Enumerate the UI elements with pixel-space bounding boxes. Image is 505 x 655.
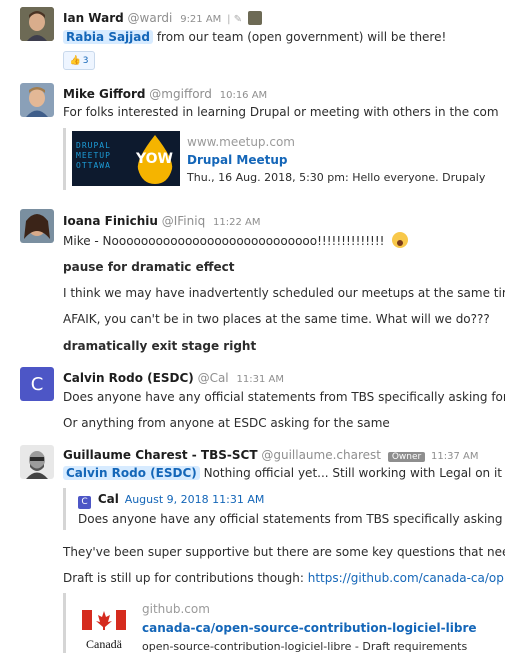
message-text: Mike - Noooooooooooooooooooooooooooo!!!!… — [63, 234, 385, 248]
author-name[interactable]: Mike Gifford — [63, 87, 145, 101]
logo-text: DRUPAL MEETUP OTTAWA — [76, 141, 111, 170]
reaction-thumbs-up[interactable]: 👍 3 — [63, 51, 95, 70]
avatar-photo-icon — [20, 7, 54, 41]
preview-title[interactable]: Drupal Meetup — [187, 152, 288, 168]
author-handle: @Cal — [197, 371, 229, 385]
message-link[interactable]: https://github.com/canada-ca/op — [308, 571, 504, 585]
author-name[interactable]: Guillaume Charest - TBS-SCT — [63, 448, 258, 462]
message-text: Does anyone have any official statements… — [63, 390, 505, 404]
author-handle: @mgifford — [149, 87, 212, 101]
message-text: I think we may have inadvertently schedu… — [63, 286, 505, 300]
message-text: from our team (open government) will be … — [156, 30, 447, 44]
quoted-message-header[interactable]: C Cal August 9, 2018 11:31 AM — [78, 491, 264, 509]
author-handle: @wardi — [127, 11, 173, 25]
message-text: For folks interested in learning Drupal … — [63, 105, 499, 119]
avatar[interactable]: C — [20, 367, 54, 401]
message-text: Draft is still up for contributions thou… — [63, 571, 304, 585]
preview-description: Thu., 16 Aug. 2018, 5:30 pm: Hello every… — [187, 171, 486, 184]
canada-flag-icon — [82, 610, 126, 630]
avatar[interactable] — [20, 209, 54, 243]
edit-icon[interactable]: | ✎ — [227, 14, 242, 25]
message-text: pause for dramatic effect — [63, 260, 235, 274]
avatar[interactable] — [20, 7, 54, 41]
avatar-letter: C — [30, 373, 44, 395]
timestamp[interactable]: 9:21 AM — [180, 14, 221, 25]
meetup-logo[interactable]: DRUPAL MEETUP OTTAWA YOW — [72, 131, 180, 186]
timestamp[interactable]: 11:31 AM — [236, 374, 283, 385]
quote-date[interactable]: August 9, 2018 11:31 AM — [125, 493, 265, 506]
preview-site: www.meetup.com — [187, 135, 295, 149]
canada-wordmark: Canadä — [86, 637, 122, 651]
author-name[interactable]: Ioana Finichiu — [63, 214, 158, 228]
author-name[interactable]: Ian Ward — [63, 11, 124, 25]
message-text: Nothing official yet... Still working wi… — [203, 466, 503, 480]
quote-avatar: C — [78, 496, 91, 509]
avatar[interactable] — [20, 83, 54, 117]
avatar[interactable] — [20, 445, 54, 479]
timestamp[interactable]: 11:22 AM — [213, 217, 260, 228]
user-mention[interactable]: Rabia Sajjad — [63, 30, 153, 44]
canada-logo[interactable]: Canadä — [80, 608, 128, 651]
avatar-photo-icon — [20, 209, 54, 243]
author-handle: @guillaume.charest — [261, 448, 381, 462]
message-text: They've been super supportive but there … — [63, 545, 505, 559]
logo-badge: YOW — [136, 151, 173, 167]
message-text: AFAIK, you can't be in two places at the… — [63, 312, 490, 326]
preview-site: github.com — [142, 602, 210, 616]
avatar-photo-icon — [20, 445, 54, 479]
thumbs-up-icon: 👍 — [69, 55, 81, 66]
link-preview-bar — [63, 128, 66, 190]
preview-title[interactable]: canada-ca/open-source-contribution-logic… — [142, 620, 477, 636]
author-name[interactable]: Calvin Rodo (ESDC) — [63, 371, 194, 385]
quote-bar — [63, 488, 66, 530]
avatar-photo-icon — [20, 83, 54, 117]
message-text: dramatically exit stage right — [63, 339, 257, 353]
message-text: Or anything from anyone at ESDC asking f… — [63, 416, 390, 430]
timestamp[interactable]: 10:16 AM — [220, 90, 267, 101]
owner-badge: Owner — [387, 452, 426, 462]
user-mention[interactable]: Calvin Rodo (ESDC) — [63, 466, 200, 480]
quote-text: Does anyone have any official statements… — [78, 512, 503, 526]
author-handle: @IFiniq — [161, 214, 206, 228]
timestamp[interactable]: 11:37 AM — [431, 451, 478, 462]
quote-author: Cal — [97, 492, 119, 506]
link-preview-bar — [63, 593, 66, 653]
reaction-count: 3 — [82, 55, 89, 66]
scream-emoji-icon — [392, 232, 409, 248]
read-avatar-icon — [247, 11, 262, 25]
